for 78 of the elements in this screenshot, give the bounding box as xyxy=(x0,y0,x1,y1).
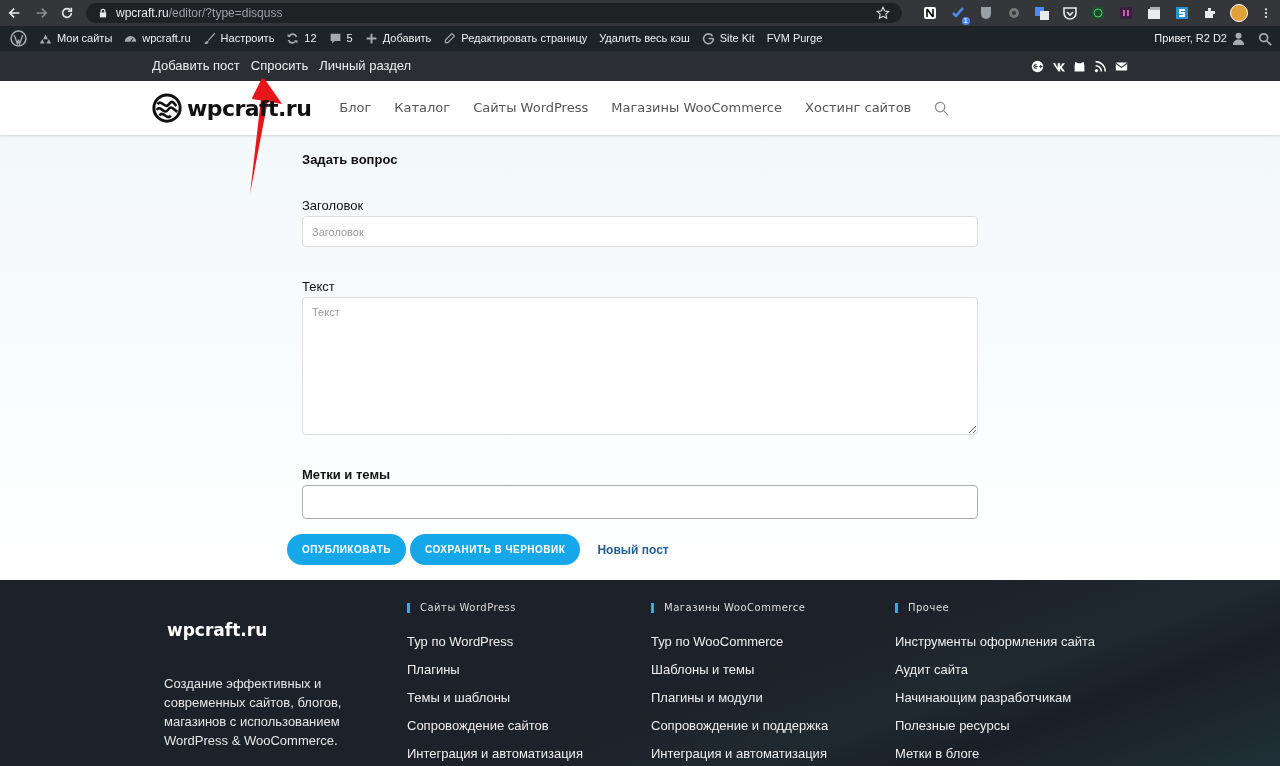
logo-icon[interactable] xyxy=(152,93,182,123)
extension-icon[interactable] xyxy=(1090,5,1106,21)
footer-link[interactable]: Аудит сайта xyxy=(895,660,1139,688)
footer-column-title: Сайты WordPress xyxy=(420,601,517,615)
url-text: wpcraft.ru/editor/?type=disquss xyxy=(116,5,284,22)
houses-icon xyxy=(39,32,52,45)
footer-link[interactable]: Инструменты оформления сайта xyxy=(895,632,1139,660)
mail-icon[interactable] xyxy=(1115,59,1128,73)
footer-link[interactable]: Интеграция и автоматизация xyxy=(407,744,651,766)
field-label: Метки и темы xyxy=(302,467,392,483)
footer-link[interactable]: Сопровождение и поддержка xyxy=(651,716,895,744)
extension-icon[interactable] xyxy=(922,5,938,21)
admin-bar-item[interactable]: Site Kit xyxy=(695,26,761,51)
main-nav-link[interactable]: Сайты WordPress xyxy=(473,98,589,118)
admin-bar-item[interactable]: Добавить xyxy=(358,26,438,51)
puzzle-icon[interactable] xyxy=(1202,5,1218,21)
extension-icon[interactable] xyxy=(1034,5,1050,21)
extension-icon[interactable] xyxy=(1174,5,1190,21)
extension-icon[interactable] xyxy=(1062,5,1078,21)
field-label: Текст xyxy=(302,279,336,295)
rss-icon[interactable] xyxy=(1094,59,1107,73)
input-field[interactable] xyxy=(302,485,978,519)
footer-link[interactable]: Плагины и модули xyxy=(651,688,895,716)
form-title: Задать вопрос xyxy=(302,152,399,168)
footer-description: Создание эффективных и современных сайтов, блогов, магазинов с использованием WordPress & WooCommerce. xyxy=(164,674,343,750)
main-nav-link[interactable]: Каталог xyxy=(394,98,451,118)
footer-column-title: Магазины WooCommerce xyxy=(664,601,806,615)
heading-accent-bar xyxy=(895,602,898,613)
refresh-icon xyxy=(286,32,300,45)
top-nav-link[interactable]: Добавить пост xyxy=(152,56,240,76)
footer-link[interactable]: Начинающим разработчикам xyxy=(895,688,1139,716)
top-nav-link[interactable]: Спросить xyxy=(250,56,309,76)
main-nav-link[interactable]: Хостинг сайтов xyxy=(805,98,912,118)
admin-bar-item[interactable]: Редактировать страницу xyxy=(437,26,594,51)
footer-link[interactable]: Тур по WordPress xyxy=(407,632,651,660)
footer-column-title: Прочее xyxy=(908,601,950,615)
footer-logo-text: wpcraft.ru xyxy=(167,619,269,642)
main-nav-link[interactable]: Магазины WooCommerce xyxy=(611,98,782,118)
plus-icon xyxy=(364,32,378,45)
avatar[interactable] xyxy=(1230,4,1248,22)
address-bar[interactable]: wpcraft.ru/editor/?type=disquss xyxy=(86,3,902,23)
footer-link[interactable]: Плагины xyxy=(407,660,651,688)
main-nav-link[interactable]: Блог xyxy=(339,98,372,118)
extension-badge: 1 xyxy=(961,17,970,25)
search-icon[interactable] xyxy=(1258,31,1272,46)
heading-accent-bar xyxy=(651,602,654,613)
admin-bar-item[interactable]: FVM Purge xyxy=(760,26,829,51)
admin-bar-item[interactable]: Настроить xyxy=(196,26,281,51)
admin-bar-item[interactable]: 12 xyxy=(280,26,323,51)
footer-link[interactable]: Темы и шаблоны xyxy=(407,688,651,716)
field-label: Заголовок xyxy=(302,198,365,214)
admin-bar-item[interactable]: 5 xyxy=(322,26,359,51)
reload-icon[interactable] xyxy=(60,6,74,20)
footer-link[interactable]: Метки в блоге xyxy=(895,744,1139,766)
back-icon[interactable] xyxy=(8,6,22,20)
pencil-icon xyxy=(443,32,457,45)
new-post-link[interactable]: Новый пост xyxy=(597,540,669,559)
greeting-text[interactable]: Привет, R2 D2 xyxy=(1150,30,1231,47)
heading-accent-bar xyxy=(407,602,410,613)
footer-link[interactable]: Шаблоны и темы xyxy=(651,660,895,688)
footer-link[interactable]: Полезные ресурсы xyxy=(895,716,1139,744)
lock-icon xyxy=(98,8,108,18)
admin-bar-item[interactable]: Удалить весь кэш xyxy=(593,26,696,51)
search-icon[interactable] xyxy=(934,100,950,116)
footer-link[interactable]: Сопровождение сайтов xyxy=(407,716,651,744)
user-icon[interactable] xyxy=(1231,31,1246,46)
forward-icon[interactable] xyxy=(34,6,48,20)
admin-bar-item[interactable]: Мои сайты xyxy=(33,26,119,51)
admin-bar-item[interactable]: wpcraft.ru xyxy=(118,26,197,51)
brush-icon xyxy=(202,32,216,45)
google-g-icon xyxy=(701,32,715,45)
star-icon[interactable] xyxy=(876,6,890,20)
top-nav-link[interactable]: Личный раздел xyxy=(319,56,412,76)
footer-link[interactable]: Интеграция и автоматизация xyxy=(651,744,895,766)
footer-link[interactable]: Тур по WooCommerce xyxy=(651,632,895,660)
extension-icon[interactable] xyxy=(1146,5,1162,21)
text-area[interactable]: Текст xyxy=(302,297,978,435)
speech-bubble-icon xyxy=(328,32,342,45)
